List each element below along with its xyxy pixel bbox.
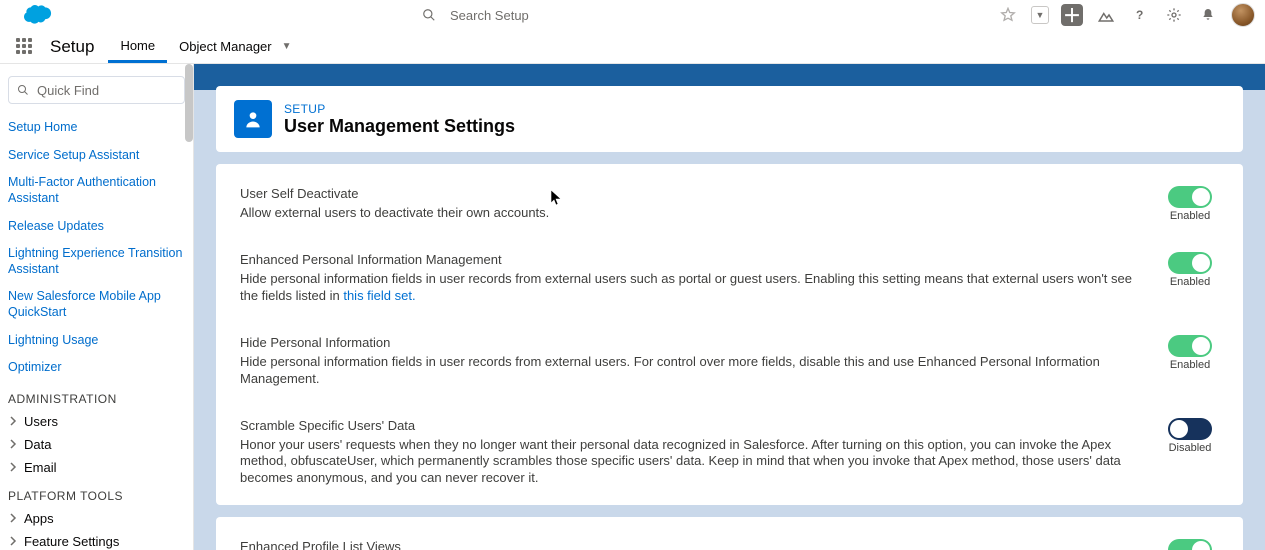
- user-avatar[interactable]: [1231, 3, 1255, 27]
- app-name: Setup: [50, 37, 94, 57]
- sidebar-section-platform-tools: PLATFORM TOOLS: [0, 479, 193, 507]
- header-actions: ▼ ＋ ?: [997, 3, 1255, 27]
- nav-tab-label: Home: [120, 38, 155, 53]
- sidebar-link-lex-transition[interactable]: Lightning Experience Transition Assistan…: [0, 240, 193, 283]
- chevron-right-icon: [8, 513, 18, 523]
- chevron-down-icon[interactable]: ▼: [282, 41, 292, 52]
- user-icon: [234, 100, 272, 138]
- sidebar-link-release-updates[interactable]: Release Updates: [0, 213, 193, 241]
- quick-find-input[interactable]: Quick Find: [8, 76, 185, 104]
- chevron-right-icon: [8, 439, 18, 449]
- global-header: Search Setup ▼ ＋ ?: [0, 0, 1265, 30]
- page-eyebrow: SETUP: [284, 102, 515, 116]
- toggle-enhanced-pii[interactable]: [1168, 252, 1212, 274]
- toggle-hide-personal-info[interactable]: [1168, 335, 1212, 357]
- setting-enhanced-pii-management: Enhanced Personal Information Management…: [240, 252, 1219, 305]
- field-set-link[interactable]: this field set.: [343, 288, 415, 303]
- sidebar-section-administration: ADMINISTRATION: [0, 382, 193, 410]
- chevron-right-icon: [8, 462, 18, 472]
- setting-title: Enhanced Profile List Views: [240, 539, 1137, 550]
- nav-tab-label: Object Manager: [179, 39, 272, 54]
- trailhead-icon[interactable]: [1095, 4, 1117, 26]
- scrollbar[interactable]: [185, 64, 193, 142]
- nav-tab-object-manager[interactable]: Object Manager ▼: [167, 30, 303, 63]
- waffle-icon: [16, 38, 34, 56]
- chevron-right-icon: [8, 536, 18, 546]
- tree-item-apps[interactable]: Apps: [0, 507, 193, 530]
- favorite-icon[interactable]: [997, 4, 1019, 26]
- toggle-user-self-deactivate[interactable]: [1168, 186, 1212, 208]
- tree-item-label: Email: [24, 460, 57, 475]
- setting-title: Enhanced Personal Information Management: [240, 252, 1137, 267]
- setup-gear-icon[interactable]: [1163, 4, 1185, 26]
- tree-item-label: Users: [24, 414, 58, 429]
- sidebar-link-setup-home[interactable]: Setup Home: [0, 114, 193, 142]
- notification-bell-icon[interactable]: [1197, 4, 1219, 26]
- nav-tab-home[interactable]: Home: [108, 30, 167, 63]
- setting-scramble-users-data: Scramble Specific Users' Data Honor your…: [240, 418, 1219, 488]
- sidebar-link-lightning-usage[interactable]: Lightning Usage: [0, 327, 193, 355]
- setting-desc: Hide personal information fields in user…: [240, 271, 1137, 305]
- toggle-label: Enabled: [1170, 359, 1210, 371]
- setting-user-self-deactivate: User Self Deactivate Allow external user…: [240, 186, 1219, 222]
- sidebar-link-optimizer[interactable]: Optimizer: [0, 354, 193, 382]
- setting-desc: Honor your users' requests when they no …: [240, 437, 1137, 488]
- sidebar-link-service-setup[interactable]: Service Setup Assistant: [0, 142, 193, 170]
- search-icon: [422, 8, 436, 22]
- setting-title: User Self Deactivate: [240, 186, 1137, 201]
- setting-enhanced-profile-lists: Enhanced Profile List Views Create profi…: [240, 539, 1219, 550]
- global-search-placeholder: Search Setup: [450, 8, 529, 23]
- sidebar-link-mfa-assistant[interactable]: Multi-Factor Authentication Assistant: [0, 169, 193, 212]
- help-icon[interactable]: ?: [1129, 4, 1151, 26]
- search-icon: [17, 84, 29, 96]
- main-content: SETUP User Management Settings User Self…: [194, 64, 1265, 550]
- chevron-right-icon: [8, 416, 18, 426]
- setting-title: Hide Personal Information: [240, 335, 1137, 350]
- tree-item-users[interactable]: Users: [0, 410, 193, 433]
- app-launcher[interactable]: [8, 30, 42, 63]
- toggle-label: Disabled: [1169, 442, 1212, 454]
- global-search[interactable]: Search Setup: [422, 8, 529, 23]
- context-bar: Setup Home Object Manager ▼: [0, 30, 1265, 64]
- global-add-button[interactable]: ＋: [1061, 4, 1083, 26]
- tree-item-feature-settings[interactable]: Feature Settings: [0, 530, 193, 550]
- toggle-scramble-data[interactable]: [1168, 418, 1212, 440]
- toggle-enhanced-profile-lists[interactable]: [1168, 539, 1212, 550]
- tree-item-label: Feature Settings: [24, 534, 119, 549]
- tree-item-label: Apps: [24, 511, 54, 526]
- setting-hide-personal-info: Hide Personal Information Hide personal …: [240, 335, 1219, 388]
- toggle-label: Enabled: [1170, 276, 1210, 288]
- setting-desc: Hide personal information fields in user…: [240, 354, 1137, 388]
- tree-item-label: Data: [24, 437, 51, 452]
- svg-text:?: ?: [1136, 8, 1143, 22]
- setting-desc: Allow external users to deactivate their…: [240, 205, 1137, 222]
- setting-title: Scramble Specific Users' Data: [240, 418, 1137, 433]
- favorite-dropdown[interactable]: ▼: [1031, 6, 1049, 24]
- page-header: SETUP User Management Settings: [216, 86, 1243, 152]
- quick-find-placeholder: Quick Find: [37, 83, 99, 98]
- setup-tree-sidebar: Quick Find Setup Home Service Setup Assi…: [0, 64, 194, 550]
- page-title: User Management Settings: [284, 116, 515, 137]
- tree-item-email[interactable]: Email: [0, 456, 193, 479]
- settings-card: Enhanced Profile List Views Create profi…: [216, 517, 1243, 550]
- tree-item-data[interactable]: Data: [0, 433, 193, 456]
- settings-card: User Self Deactivate Allow external user…: [216, 164, 1243, 505]
- salesforce-logo: [18, 4, 52, 26]
- toggle-label: Enabled: [1170, 210, 1210, 222]
- sidebar-link-mobile-quickstart[interactable]: New Salesforce Mobile App QuickStart: [0, 283, 193, 326]
